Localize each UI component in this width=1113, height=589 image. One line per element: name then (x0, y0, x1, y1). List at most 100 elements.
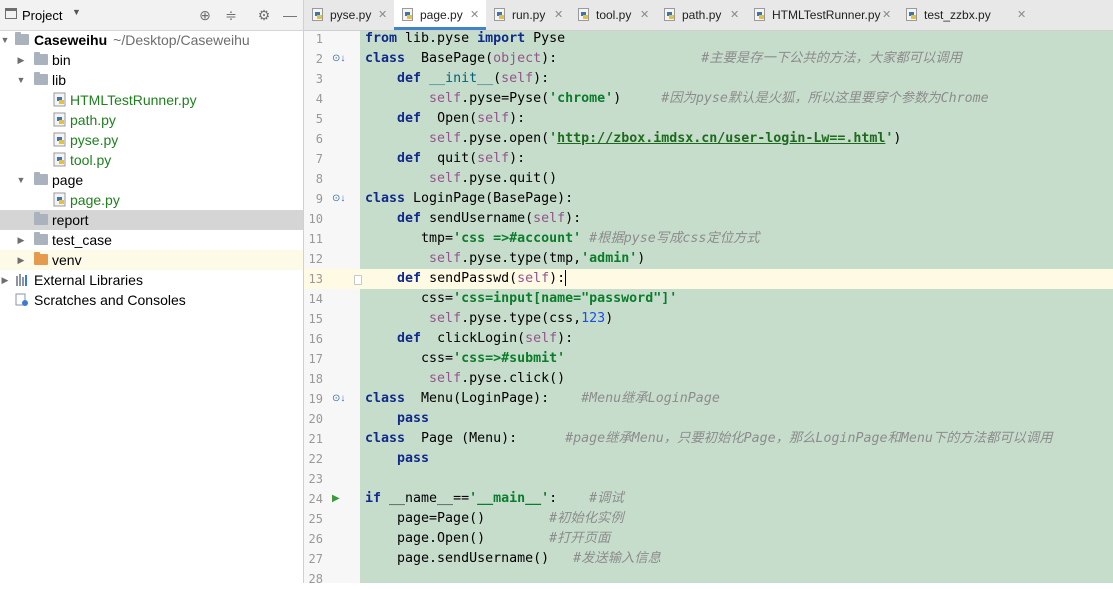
close-icon[interactable]: ✕ (470, 0, 479, 30)
code-text: css='css=>#submit' (365, 351, 566, 366)
chevron-down-icon[interactable]: ▼ (0, 30, 10, 50)
python-file-icon (402, 8, 413, 21)
tree-item-htmltestrunner[interactable]: HTMLTestRunner.py (0, 90, 303, 110)
code-line[interactable]: 22 pass (304, 449, 1113, 469)
code-text: def __init__(self): (397, 71, 550, 86)
python-file-icon (754, 8, 765, 21)
tree-item-external-libraries[interactable]: ▶ External Libraries (0, 270, 303, 290)
line-number: 21 (308, 432, 323, 446)
tree-item-bin[interactable]: ▶ bin (0, 50, 303, 70)
code-line[interactable]: 26 page.Open() #打开页面 (304, 529, 1113, 549)
line-number: 28 (308, 572, 323, 586)
code-line[interactable]: 28 (304, 569, 1113, 589)
close-icon[interactable]: ✕ (730, 0, 739, 30)
code-line[interactable]: 16 def clickLogin(self): (304, 329, 1113, 349)
code-text: self.pyse.click() (429, 371, 566, 386)
tree-item-page[interactable]: ▼ page (0, 170, 303, 190)
close-icon[interactable]: ✕ (640, 0, 649, 30)
folder-icon (34, 72, 48, 85)
code-line[interactable]: 6 self.pyse.open('http://zbox.imdsx.cn/u… (304, 129, 1113, 149)
code-text: tmp='css =>#account' #根据pyse写成css定位方式 (365, 231, 760, 246)
code-line[interactable]: 27 page.sendUsername() #发送输入信息 (304, 549, 1113, 569)
tree-item-scratches[interactable]: Scratches and Consoles (0, 290, 303, 310)
tree-item-page-py[interactable]: page.py (0, 190, 303, 210)
code-line[interactable]: 3 def __init__(self): (304, 69, 1113, 89)
tree-item-tool-py[interactable]: tool.py (0, 150, 303, 170)
close-icon[interactable]: ✕ (1017, 0, 1026, 30)
code-line[interactable]: 9 ⊙↓ class LoginPage(BasePage): (304, 189, 1113, 209)
chevron-right-icon[interactable]: ▶ (16, 230, 26, 250)
override-marker-icon[interactable]: ⊙↓ (332, 389, 345, 409)
code-line[interactable]: 14 css='css=input[name="password"]' (304, 289, 1113, 309)
code-line[interactable]: 23 (304, 469, 1113, 489)
code-line[interactable]: 8 self.pyse.quit() (304, 169, 1113, 189)
close-icon[interactable]: ✕ (378, 0, 387, 30)
tree-item-venv[interactable]: ▶ venv (0, 250, 303, 270)
chevron-right-icon[interactable]: ▶ (16, 50, 26, 70)
code-line[interactable]: 10 def sendUsername(self): (304, 209, 1113, 229)
code-text: self.pyse.type(tmp,'admin') (429, 251, 646, 266)
chevron-down-icon[interactable]: ▼ (72, 7, 81, 17)
code-line[interactable]: 2 ⊙↓ class BasePage(object): #主要是存一下公共的方法，… (304, 49, 1113, 69)
code-text: class LoginPage(BasePage): (365, 191, 574, 206)
code-line[interactable]: 15 self.pyse.type(css,123) (304, 309, 1113, 329)
code-line[interactable]: 20 pass (304, 409, 1113, 429)
tab-label: path.py (682, 8, 722, 22)
code-line[interactable]: 5 def Open(self): (304, 109, 1113, 129)
override-marker-icon[interactable]: ⊙↓ (332, 189, 345, 209)
chevron-right-icon[interactable]: ▶ (0, 270, 10, 290)
close-icon[interactable]: ✕ (882, 0, 891, 30)
code-line[interactable]: 12 self.pyse.type(tmp,'admin') (304, 249, 1113, 269)
code-line[interactable]: 7 def quit(self): (304, 149, 1113, 169)
chevron-down-icon[interactable]: ▼ (16, 70, 26, 90)
override-marker-icon[interactable]: ⊙↓ (332, 49, 345, 69)
code-line[interactable]: 18 self.pyse.click() (304, 369, 1113, 389)
code-line[interactable]: 19 ⊙↓ class Menu(LoginPage): #Menu继承LoginP… (304, 389, 1113, 409)
tab-pyse-py[interactable]: pyse.py ✕ (304, 0, 394, 30)
chevron-down-icon[interactable]: ▼ (16, 170, 26, 190)
code-line[interactable]: 11 tmp='css =>#account' #根据pyse写成css定位方式 (304, 229, 1113, 249)
tree-item-path-py[interactable]: path.py (0, 110, 303, 130)
tree-item-project-root[interactable]: ▼ Caseweihu ~/Desktop/Caseweihu (0, 30, 303, 50)
tab-tool-py[interactable]: tool.py ✕ (570, 0, 656, 30)
tab-test-zzbx-py[interactable]: test_zzbx.py ✕ (898, 0, 1033, 30)
project-view-selector[interactable]: Project (22, 8, 62, 23)
fold-marker-icon[interactable] (354, 275, 362, 285)
code-line[interactable]: 1 from lib.pyse import Pyse (304, 29, 1113, 49)
tab-path-py[interactable]: path.py ✕ (656, 0, 746, 30)
run-icon[interactable]: ▶ (332, 489, 340, 509)
tab-page-py[interactable]: page.py ✕ (394, 0, 486, 30)
locate-target-icon[interactable]: ⊕ (197, 7, 213, 23)
code-text: class BasePage(object): #主要是存一下公共的方法，大家都… (365, 51, 962, 66)
collapse-all-icon[interactable]: ≑ (223, 7, 239, 23)
tree-item-test-case[interactable]: ▶ test_case (0, 230, 303, 250)
line-number: 14 (308, 292, 323, 306)
line-number: 17 (308, 352, 323, 366)
hide-panel-icon[interactable]: — (282, 7, 298, 23)
code-line[interactable]: 17 css='css=>#submit' (304, 349, 1113, 369)
line-number: 20 (308, 412, 323, 426)
line-number: 8 (315, 172, 323, 186)
line-number: 24 (308, 492, 323, 506)
tab-run-py[interactable]: run.py ✕ (486, 0, 570, 30)
close-icon[interactable]: ✕ (554, 0, 563, 30)
code-line[interactable]: 24 ▶ if __name__=='__main__': #调试 (304, 489, 1113, 509)
chevron-right-icon[interactable]: ▶ (16, 250, 26, 270)
code-text: self.pyse=Pyse('chrome') #因为pyse默认是火狐，所以… (429, 91, 989, 106)
code-editor[interactable]: 1 from lib.pyse import Pyse 2 ⊙↓ class BaseP… (304, 29, 1113, 586)
code-line[interactable]: 25 page=Page() #初始化实例 (304, 509, 1113, 529)
code-line[interactable]: 13 def sendPasswd(self): (304, 269, 1113, 289)
tree-item-pyse-py[interactable]: pyse.py (0, 130, 303, 150)
tab-htmltestrunner-py[interactable]: HTMLTestRunner.py ✕ (746, 0, 898, 30)
code-line[interactable]: 21 class Page (Menu): #page继承Menu，只要初始化Pa… (304, 429, 1113, 449)
line-number: 27 (308, 552, 323, 566)
code-line[interactable]: 4 self.pyse=Pyse('chrome') #因为pyse默认是火狐，… (304, 89, 1113, 109)
gear-icon[interactable]: ⚙ (256, 7, 272, 23)
project-view-icon[interactable] (5, 8, 17, 19)
tree-item-label: HTMLTestRunner.py (70, 92, 197, 108)
python-file-icon (53, 192, 66, 207)
tree-item-label: venv (52, 252, 82, 268)
tree-item-report[interactable]: report (0, 210, 303, 230)
tree-item-lib[interactable]: ▼ lib (0, 70, 303, 90)
library-icon (16, 274, 27, 286)
